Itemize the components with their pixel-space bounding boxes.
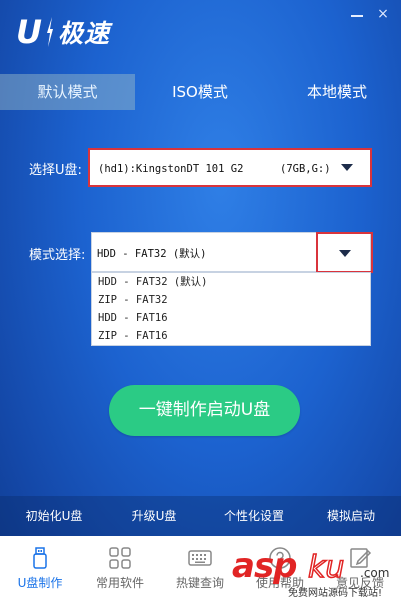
close-button[interactable]: × — [375, 6, 391, 22]
udisk-label: 选择U盘: — [29, 163, 82, 178]
usb-drive-icon — [33, 547, 47, 569]
dropdown-option[interactable]: ZIP - FAT16 — [98, 328, 168, 345]
app-logo: U 极速 — [16, 14, 110, 50]
nav-usb-make[interactable]: U盘制作 — [0, 536, 80, 604]
bolt-icon — [46, 17, 53, 47]
chevron-down-icon[interactable] — [341, 164, 353, 171]
watermark-com: .com — [360, 566, 390, 580]
mode-tabs: 默认模式 ISO模式 本地模式 — [0, 74, 401, 110]
mode-select[interactable]: HDD - FAT32 (默认) — [91, 232, 373, 273]
app-window: U 极速 × 默认模式 ISO模式 本地模式 选择U盘: (hd1):Kings… — [0, 0, 401, 604]
udisk-value: (hd1):KingstonDT 101 G2 — [98, 163, 244, 175]
mode-value: HDD - FAT32 (默认) — [97, 248, 207, 260]
nav-label: U盘制作 — [17, 576, 63, 590]
watermark-ku: ku — [307, 549, 345, 586]
dropdown-option[interactable]: ZIP - FAT32 — [98, 292, 168, 309]
udisk-select[interactable]: (hd1):KingstonDT 101 G2 (7GB,G:) — [88, 148, 372, 187]
tab-iso-mode[interactable]: ISO模式 — [148, 74, 252, 110]
personalize-button[interactable]: 个性化设置 — [212, 496, 296, 536]
nav-hotkey-query[interactable]: 热键查询 — [160, 536, 240, 604]
minimize-button[interactable] — [349, 6, 365, 22]
udisk-capacity: (7GB,G:) — [280, 163, 331, 175]
watermark: asp ku .com 免费网站源码下载站! — [232, 546, 401, 604]
chevron-down-icon — [339, 250, 351, 257]
mode-dropdown-list: HDD - FAT32 (默认) ZIP - FAT32 HDD - FAT16… — [91, 272, 371, 346]
watermark-subtitle: 免费网站源码下载站! — [288, 588, 383, 599]
tab-local-mode[interactable]: 本地模式 — [282, 74, 392, 110]
watermark-asp: asp — [232, 546, 298, 586]
nav-label: 常用软件 — [95, 576, 144, 590]
minimize-icon — [351, 15, 363, 17]
nav-label: 热键查询 — [175, 576, 224, 590]
function-bar: 初始化U盘 升级U盘 个性化设置 模拟启动 — [0, 496, 401, 536]
upgrade-usb-button[interactable]: 升级U盘 — [114, 496, 194, 536]
logo-text: 极速 — [57, 19, 110, 48]
make-bootable-usb-button[interactable]: 一键制作启动U盘 — [109, 385, 300, 436]
format-usb-button[interactable]: 初始化U盘 — [14, 496, 94, 536]
simulate-boot-button[interactable]: 模拟启动 — [311, 496, 391, 536]
mode-label: 模式选择: — [29, 248, 86, 263]
grid-icon — [109, 547, 131, 569]
dropdown-option[interactable]: HDD - FAT32 (默认) — [98, 274, 208, 291]
mode-dropdown-toggle[interactable] — [316, 232, 373, 273]
dropdown-option[interactable]: HDD - FAT16 — [98, 310, 168, 327]
tab-default-mode[interactable]: 默认模式 — [0, 74, 135, 110]
keyboard-icon — [188, 550, 212, 566]
logo-letter: U — [16, 13, 42, 51]
nav-common-software[interactable]: 常用软件 — [80, 536, 160, 604]
